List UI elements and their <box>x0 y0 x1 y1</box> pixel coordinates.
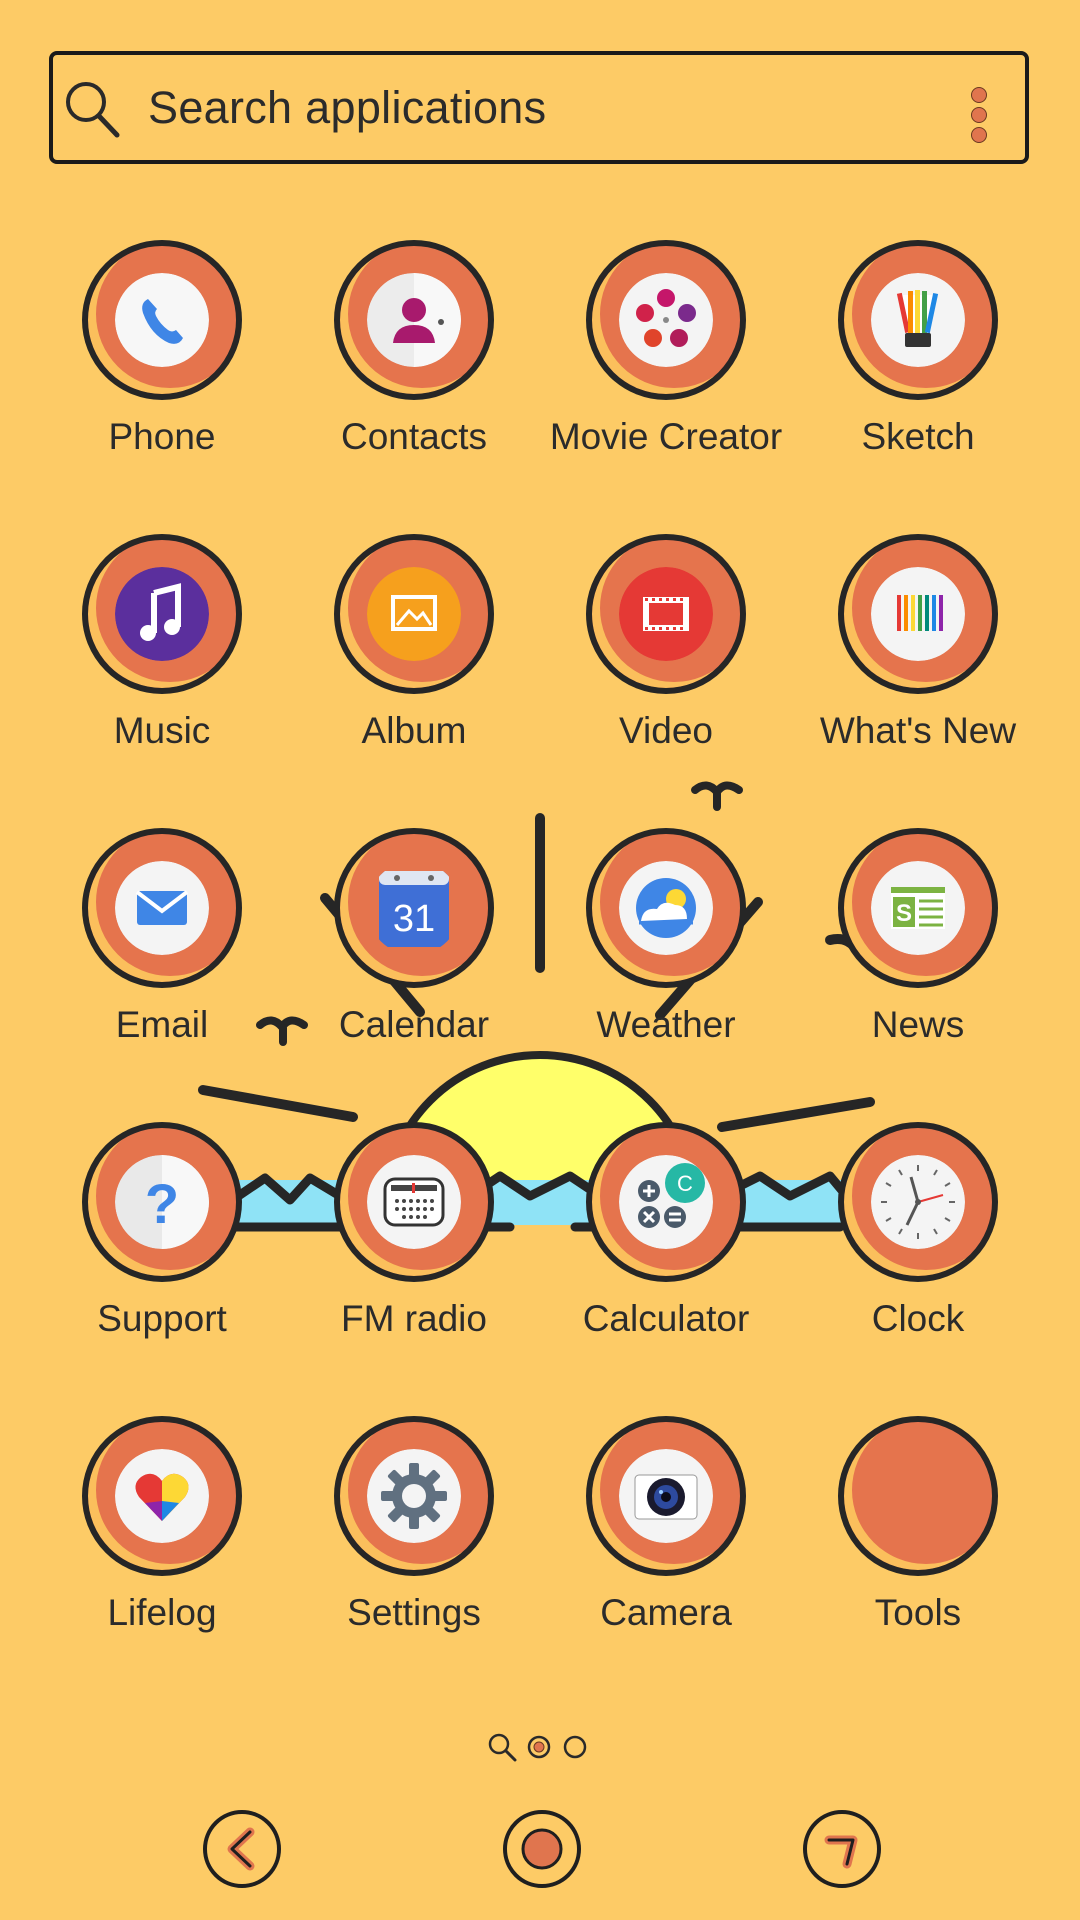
app-icon-ring[interactable] <box>82 240 242 400</box>
page-dot[interactable] <box>563 1735 587 1759</box>
app-video[interactable]: Video <box>546 534 786 764</box>
app-clock[interactable]: Clock <box>798 1122 1038 1352</box>
movie-reel-icon <box>619 273 713 367</box>
app-label: Phone <box>108 416 216 457</box>
camera-icon <box>619 1449 713 1543</box>
home-icon <box>521 1828 563 1870</box>
app-label: News <box>871 1004 965 1045</box>
app-icon-ring[interactable] <box>334 534 494 694</box>
app-icon-ring[interactable] <box>586 534 746 694</box>
app-icon-ring[interactable] <box>334 1416 494 1576</box>
app-album[interactable]: Album <box>294 534 534 764</box>
back-icon <box>227 1827 255 1871</box>
app-calendar[interactable]: 31 Calendar <box>294 828 534 1058</box>
more-vertical-icon[interactable] <box>971 87 987 143</box>
whats-new-icon <box>871 567 965 661</box>
app-icon-ring[interactable]: ? <box>82 1122 242 1282</box>
app-icon-ring[interactable] <box>838 1122 998 1282</box>
phone-icon <box>115 273 209 367</box>
app-icon-ring[interactable] <box>82 534 242 694</box>
home-button[interactable] <box>503 1810 581 1888</box>
app-label: What's New <box>819 710 1017 751</box>
app-icon-ring[interactable] <box>586 1416 746 1576</box>
album-picture-icon <box>367 567 461 661</box>
app-icon-ring[interactable] <box>838 534 998 694</box>
app-label: Video <box>619 710 713 751</box>
search-page-icon[interactable] <box>488 1733 517 1762</box>
app-icon-ring[interactable] <box>82 1416 242 1576</box>
app-news[interactable]: S News <box>798 828 1038 1058</box>
app-music[interactable]: Music <box>42 534 282 764</box>
app-icon-ring[interactable]: C <box>586 1122 746 1282</box>
svg-text:?: ? <box>145 1172 179 1235</box>
app-contacts[interactable]: Contacts <box>294 240 534 470</box>
app-label: Album <box>361 710 467 751</box>
app-label: Calculator <box>582 1298 750 1339</box>
weather-icon <box>619 861 713 955</box>
recents-button[interactable] <box>803 1810 881 1888</box>
app-label: Calendar <box>338 1004 490 1045</box>
clock-icon <box>871 1155 965 1249</box>
app-what-s-new[interactable]: What's New <box>798 534 1038 764</box>
app-label: Sketch <box>861 416 975 457</box>
page-dot-current[interactable] <box>527 1735 551 1759</box>
app-calculator[interactable]: C Calculator <box>546 1122 786 1352</box>
support-question-icon: ? <box>115 1155 209 1249</box>
email-envelope-icon <box>115 861 209 955</box>
calendar-icon: 31 <box>367 861 461 955</box>
app-label: FM radio <box>341 1298 487 1339</box>
app-email[interactable]: Email <box>42 828 282 1058</box>
app-camera[interactable]: Camera <box>546 1416 786 1646</box>
app-label: Camera <box>600 1592 732 1633</box>
app-label: Movie Creator <box>549 416 783 457</box>
app-movie-creator[interactable]: Movie Creator <box>546 240 786 470</box>
app-label: Tools <box>874 1592 962 1633</box>
app-settings[interactable]: Settings <box>294 1416 534 1646</box>
fm-radio-icon <box>367 1155 461 1249</box>
contacts-icon <box>367 273 461 367</box>
svg-text:S: S <box>896 900 912 927</box>
app-label: Support <box>97 1298 227 1339</box>
news-icon: S <box>871 861 965 955</box>
sketch-icon <box>871 273 965 367</box>
video-film-icon <box>619 567 713 661</box>
app-fm-radio[interactable]: FM radio <box>294 1122 534 1352</box>
app-icon-ring[interactable]: 31 <box>334 828 494 988</box>
svg-text:C: C <box>677 1171 693 1196</box>
app-label: Lifelog <box>107 1592 217 1633</box>
search-icon <box>66 82 120 138</box>
app-label: Settings <box>347 1592 481 1633</box>
back-button[interactable] <box>203 1810 281 1888</box>
app-label: Email <box>115 1004 209 1045</box>
calculator-icon: C <box>619 1155 713 1249</box>
app-label: Contacts <box>340 416 487 457</box>
app-icon-ring[interactable] <box>586 240 746 400</box>
search-bar[interactable]: Search applications <box>49 51 1029 164</box>
search-placeholder[interactable]: Search applications <box>148 82 546 134</box>
tools-folder-icon[interactable] <box>838 1416 998 1576</box>
music-note-icon <box>115 567 209 661</box>
app-label: Weather <box>596 1004 736 1045</box>
app-icon-ring[interactable] <box>334 240 494 400</box>
app-tools[interactable]: Tools <box>798 1416 1038 1646</box>
app-weather[interactable]: Weather <box>546 828 786 1058</box>
recents-icon <box>824 1835 858 1869</box>
app-support[interactable]: ? Support <box>42 1122 282 1352</box>
app-label: Clock <box>871 1298 965 1339</box>
app-phone[interactable]: Phone <box>42 240 282 470</box>
app-lifelog[interactable]: Lifelog <box>42 1416 282 1646</box>
app-sketch[interactable]: Sketch <box>798 240 1038 470</box>
settings-gear-icon <box>367 1449 461 1543</box>
app-icon-ring[interactable]: S <box>838 828 998 988</box>
lifelog-heart-icon <box>115 1449 209 1543</box>
app-icon-ring[interactable] <box>82 828 242 988</box>
app-icon-ring[interactable] <box>586 828 746 988</box>
app-icon-ring[interactable] <box>334 1122 494 1282</box>
app-icon-ring[interactable] <box>838 240 998 400</box>
svg-text:31: 31 <box>393 898 435 940</box>
page-indicator <box>488 1733 587 1762</box>
app-label: Music <box>113 710 211 751</box>
